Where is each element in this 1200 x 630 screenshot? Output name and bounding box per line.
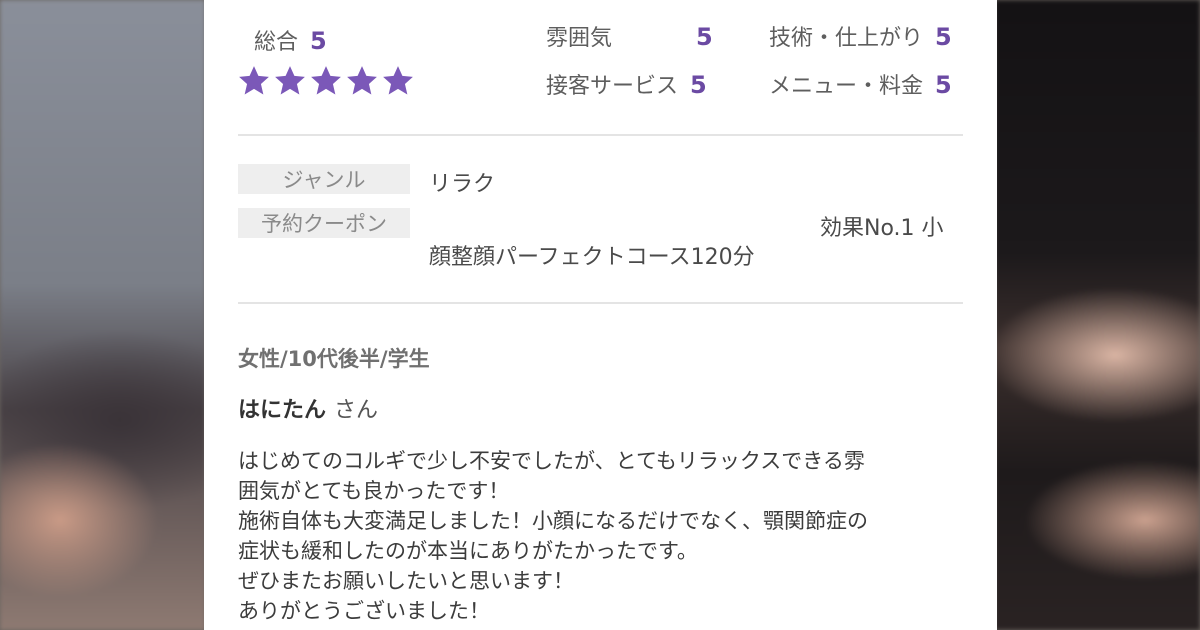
rating-service: 接客サービス 5: [546, 68, 707, 100]
star-icon: [311, 66, 341, 95]
reviewer-name: はにたん: [238, 398, 327, 423]
rating-label: 技術・仕上がり: [769, 26, 924, 51]
overall-value: 5: [310, 27, 327, 55]
review-line: ぜひまたお願いしたいと思います！: [238, 569, 574, 593]
rating-label: 雰囲気: [546, 26, 613, 51]
genre-tag: ジャンル: [238, 164, 410, 194]
rating-value: 5: [696, 23, 713, 51]
coupon-tag: 予約クーポン: [238, 208, 410, 238]
star-icon: [275, 66, 305, 95]
rating-label: 接客サービス: [546, 74, 679, 99]
star-rating: [237, 64, 415, 98]
reviewer-suffix: さん: [334, 398, 379, 423]
star-icon: [239, 66, 269, 95]
genre-value: リラク: [429, 172, 496, 197]
rating-value: 5: [690, 71, 707, 99]
blurred-background-left: [0, 0, 205, 630]
rating-label: メニュー・料金: [769, 74, 924, 99]
reviewer: はにたん さん: [238, 392, 378, 424]
review-card: 総合 5 雰囲気 5 技術・仕上がり 5 接客サービス 5 メニュー・料金 5 …: [204, 0, 997, 630]
overall-label: 総合: [254, 30, 299, 55]
review-line: 囲気がとても良かったです！: [238, 479, 510, 503]
rating-value: 5: [935, 71, 952, 99]
review-line: ありがとうございました！: [238, 599, 490, 623]
overall-rating: 総合 5: [254, 24, 327, 56]
blurred-background-right: [995, 0, 1200, 630]
star-icon: [383, 66, 413, 95]
rating-atmosphere: 雰囲気 5: [546, 20, 713, 52]
coupon-name-line2[interactable]: 顔整顔パーフェクトコース120分: [429, 239, 755, 271]
rating-value: 5: [935, 23, 952, 51]
review-line: 施術自体も大変満足しました！小顔になるだけでなく、顎関節症の: [238, 509, 868, 533]
review-text: はじめてのコルギで少し不安でしたが、とてもリラックスできる雰 囲気がとても良かっ…: [238, 446, 968, 626]
star-icon: [347, 66, 377, 95]
review-line: 症状も緩和したのが本当にありがたかったです。: [238, 539, 698, 563]
coupon-name-line1[interactable]: 効果No.1 小: [820, 210, 944, 242]
reviewer-demographics: 女性/10代後半/学生: [238, 347, 430, 371]
review-line: はじめてのコルギで少し不安でしたが、とてもリラックスできる雰: [238, 449, 865, 473]
divider: [238, 302, 963, 304]
rating-menu-price: メニュー・料金 5: [769, 68, 952, 100]
divider: [238, 134, 963, 136]
rating-technique: 技術・仕上がり 5: [769, 20, 952, 52]
